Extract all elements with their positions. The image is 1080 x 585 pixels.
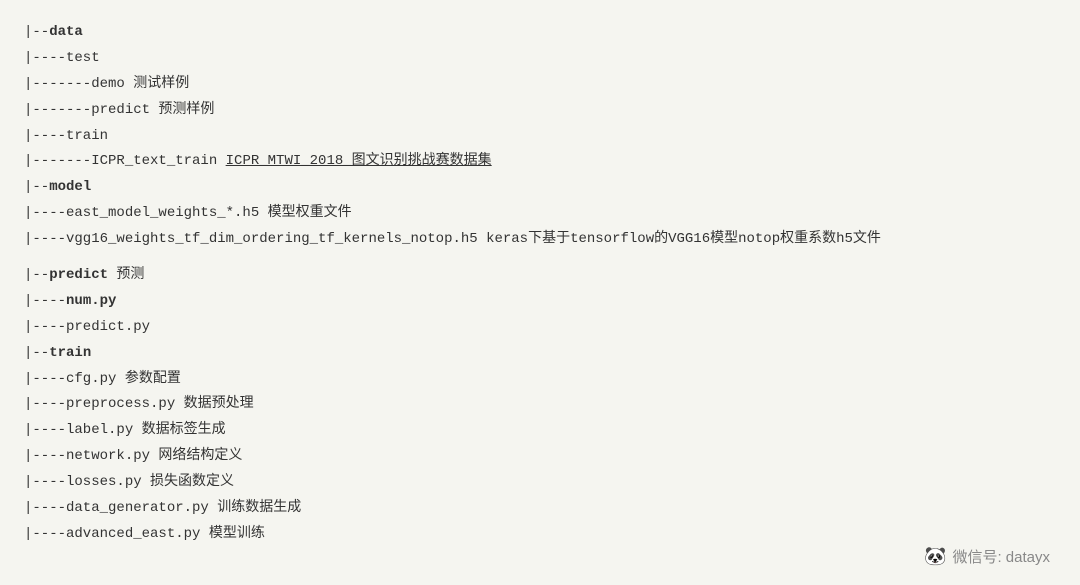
code-line: |----east_model_weights_*.h5 模型权重文件 bbox=[24, 201, 1056, 227]
bold-text: data bbox=[49, 24, 83, 40]
line-prefix: |-- bbox=[24, 345, 49, 361]
watermark: 🐼 微信号: datayx bbox=[924, 546, 1050, 567]
spacer bbox=[24, 253, 1056, 263]
line-text: |-------predict 预测样例 bbox=[24, 102, 214, 118]
code-line: |----test bbox=[24, 46, 1056, 72]
code-line: |----data_generator.py 训练数据生成 bbox=[24, 496, 1056, 522]
code-line: |-------demo 测试样例 bbox=[24, 72, 1056, 98]
code-line: |--data bbox=[24, 20, 1056, 46]
code-line: |----preprocess.py 数据预处理 bbox=[24, 392, 1056, 418]
line-text: |-------demo 测试样例 bbox=[24, 76, 189, 92]
code-line: |----vgg16_weights_tf_dim_ordering_tf_ke… bbox=[24, 227, 1056, 253]
line-prefix: |-- bbox=[24, 267, 49, 283]
code-line: |----network.py 网络结构定义 bbox=[24, 444, 1056, 470]
bold-text: train bbox=[49, 345, 91, 361]
line-prefix: |-- bbox=[24, 179, 49, 195]
code-line: |-------ICPR_text_train ICPR_MTWI_2018_图… bbox=[24, 149, 1056, 175]
code-line: |--model bbox=[24, 175, 1056, 201]
line-text: |----train bbox=[24, 128, 108, 144]
underline-text: ICPR_MTWI_2018_图文识别挑战赛数据集 bbox=[226, 153, 492, 169]
code-line: |----cfg.py 参数配置 bbox=[24, 367, 1056, 393]
code-line: |----label.py 数据标签生成 bbox=[24, 418, 1056, 444]
line-text: |-------ICPR_text_train bbox=[24, 153, 226, 169]
line-prefix: |-- bbox=[24, 24, 49, 40]
line-text: |----data_generator.py 训练数据生成 bbox=[24, 500, 301, 516]
line-text: |----label.py 数据标签生成 bbox=[24, 422, 226, 438]
line-text: |----predict.py bbox=[24, 319, 150, 335]
line-text: |----preprocess.py 数据预处理 bbox=[24, 396, 254, 412]
code-line: |----advanced_east.py 模型训练 bbox=[24, 522, 1056, 548]
line-text: |----vgg16_weights_tf_dim_ordering_tf_ke… bbox=[24, 231, 881, 247]
bold-filename: num.py bbox=[66, 293, 116, 309]
line-rest: 预测 bbox=[108, 267, 144, 283]
watermark-text: 微信号: datayx bbox=[952, 546, 1050, 567]
line-text: |----east_model_weights_*.h5 模型权重文件 bbox=[24, 205, 352, 221]
line-text: |----losses.py 损失函数定义 bbox=[24, 474, 234, 490]
code-line: |--train bbox=[24, 341, 1056, 367]
code-line: |-------predict 预测样例 bbox=[24, 98, 1056, 124]
code-line: |----losses.py 损失函数定义 bbox=[24, 470, 1056, 496]
code-line: |----train bbox=[24, 124, 1056, 150]
code-line: |----predict.py bbox=[24, 315, 1056, 341]
bold-text: model bbox=[49, 179, 91, 195]
line-text: |----advanced_east.py 模型训练 bbox=[24, 526, 265, 542]
line-prefix: |---- bbox=[24, 293, 66, 309]
code-line: |----num.py bbox=[24, 289, 1056, 315]
bold-text: predict bbox=[49, 267, 108, 283]
code-line: |--predict 预测 bbox=[24, 263, 1056, 289]
wechat-icon: 🐼 bbox=[924, 546, 946, 567]
line-text: |----network.py 网络结构定义 bbox=[24, 448, 242, 464]
line-text: |----cfg.py 参数配置 bbox=[24, 371, 181, 387]
line-text: |----test bbox=[24, 50, 100, 66]
